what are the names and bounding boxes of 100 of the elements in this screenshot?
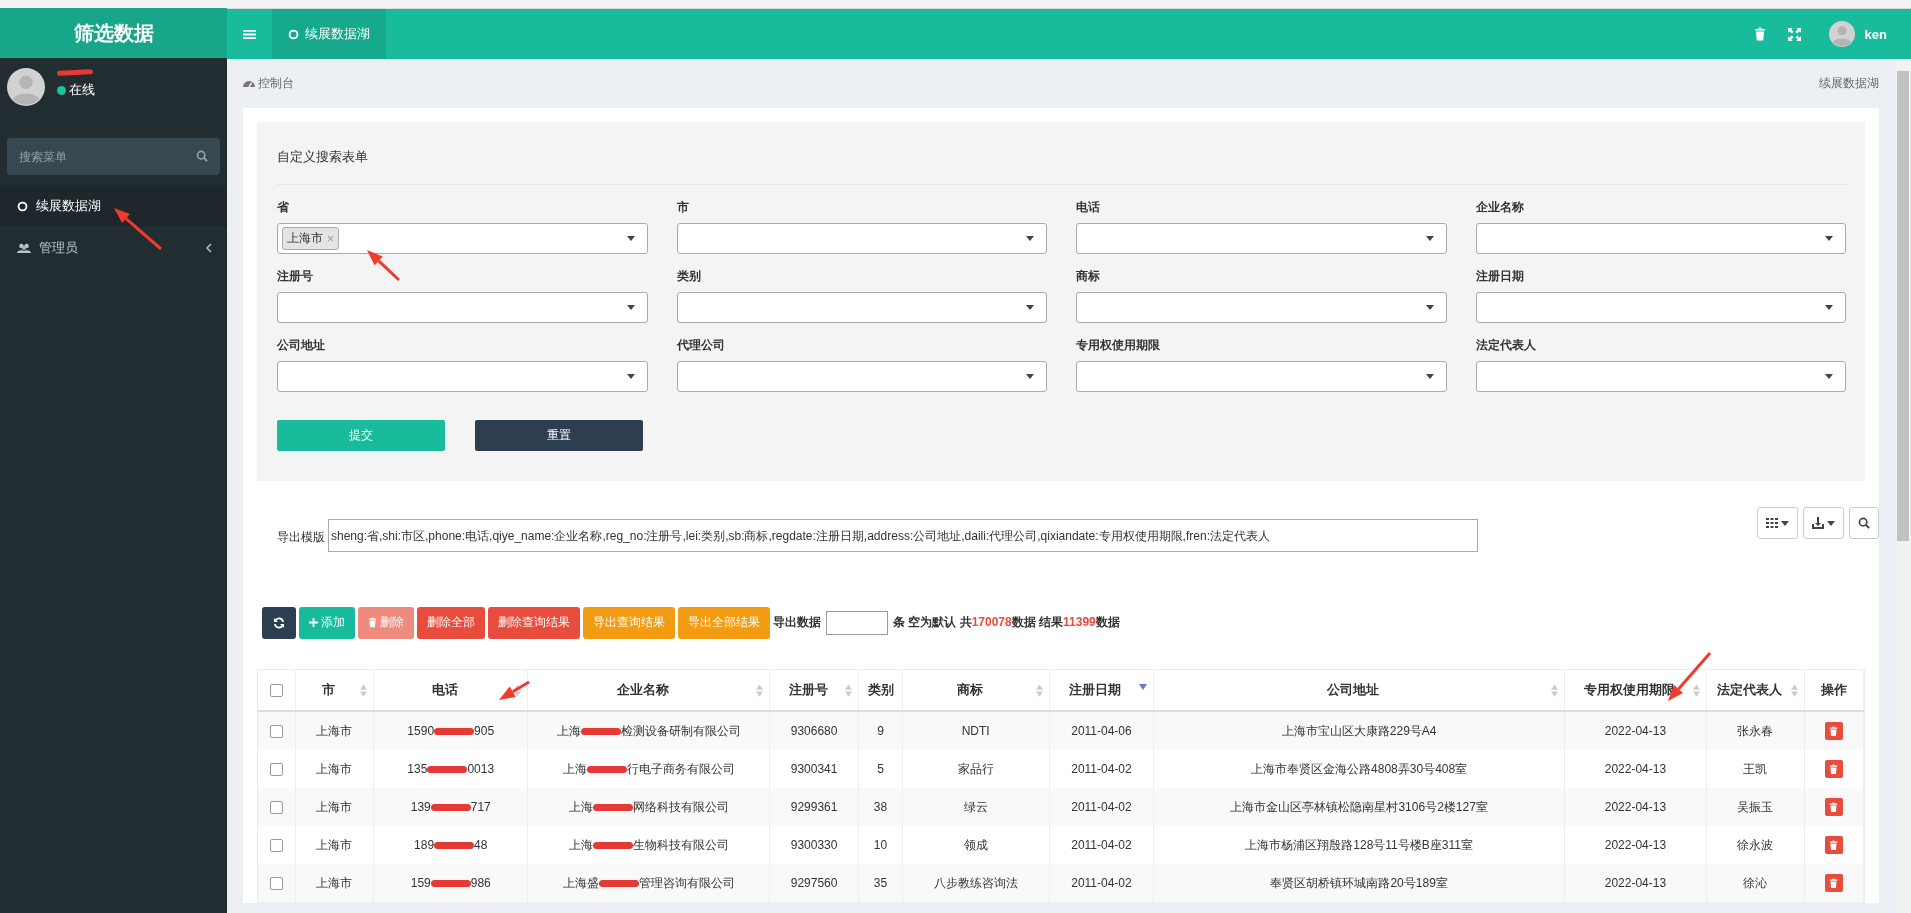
delete-button[interactable] [1824, 722, 1843, 740]
annotation-arrow [114, 208, 162, 251]
select-field[interactable] [1475, 292, 1846, 323]
refresh-icon [273, 616, 285, 629]
table-cell: 10 [873, 838, 888, 852]
table-cell: 上海市 [316, 761, 353, 776]
scrollbar-thumb[interactable] [1897, 71, 1909, 541]
search-field[interactable]: 搜索菜单 [7, 138, 220, 175]
form-button[interactable]: 重置 [475, 420, 643, 451]
search-button[interactable] [1849, 507, 1879, 539]
toolbar-button[interactable]: 删除全部 [417, 606, 485, 639]
field-label: 省 [277, 199, 289, 216]
table-cell: 9297560 [790, 876, 838, 890]
refresh-button[interactable] [262, 606, 296, 639]
app-logo: 筛选数据 [0, 8, 227, 58]
table-cell: 2011-04-02 [1071, 800, 1132, 814]
field-label: 类别 [676, 268, 701, 285]
table-cell: 9300341 [790, 762, 838, 776]
select-field[interactable] [1076, 292, 1447, 323]
table-cell: 9299361 [790, 800, 838, 814]
table-cell: 1590 [407, 724, 435, 738]
delete-button[interactable] [1824, 836, 1843, 854]
checkbox[interactable] [269, 800, 283, 814]
select-field[interactable] [676, 292, 1047, 323]
export-icon [1812, 517, 1824, 529]
checkbox[interactable] [269, 762, 283, 776]
sidebar-item[interactable]: 续展数据湖 [0, 185, 227, 227]
field-label: 导出模版 [277, 529, 325, 546]
table-cell: 2011-04-02 [1071, 838, 1132, 852]
toolbar-button[interactable]: 删除查询结果 [488, 606, 580, 639]
table-cell: 48 [474, 838, 488, 852]
circle-icon [17, 200, 28, 212]
redaction-scribble [586, 765, 627, 773]
select-field[interactable] [1475, 223, 1846, 254]
gauge-icon [243, 79, 255, 88]
table-cell: 9306680 [790, 724, 838, 738]
table-cell: 上海市 [316, 837, 353, 852]
field-label: 法定代表人 [1475, 337, 1536, 354]
table-cell: 检测设备研制有限公司 [620, 723, 741, 738]
table-cell: 2022-04-13 [1604, 762, 1667, 776]
table-cell: 行电子商务有限公司 [626, 761, 735, 776]
menu-icon[interactable] [243, 28, 256, 40]
trash-icon[interactable] [1753, 27, 1766, 41]
table-cell: 上海市金山区亭林镇松隐南星村3106号2楼127室 [1230, 799, 1488, 814]
redaction-scribble [592, 803, 633, 811]
sidebar-item[interactable]: 管理员 [0, 227, 227, 269]
field-label: 市 [676, 199, 689, 216]
table-cell: 905 [474, 724, 495, 738]
table-cell: 2011-04-06 [1071, 724, 1132, 738]
field-label: 代理公司 [676, 337, 725, 354]
plus-icon [309, 618, 318, 627]
field-label: 电话 [1076, 199, 1100, 216]
select-field[interactable] [277, 292, 648, 323]
select-field[interactable] [676, 361, 1047, 392]
delete-button[interactable] [1824, 760, 1843, 778]
columns-button[interactable] [1757, 507, 1798, 539]
table-cell: 9 [877, 724, 884, 738]
result-summary: 条 空为默认 共170078数据 结果11399数据 [893, 614, 1120, 631]
select-field[interactable] [1076, 361, 1447, 392]
select-field[interactable] [676, 223, 1047, 254]
redaction-scribble [434, 728, 475, 736]
template-field[interactable]: sheng:省,shi:市区,phone:电话,qiye_name:企业名称,reg_no:注册号,lei:类别,sb:商标,regdate:注册日期,address:公司地址,daili:代理公司,qixiandate:专用权使用期限,fren:法定代表人 [328, 519, 1478, 552]
table-cell: 上海 [568, 799, 593, 814]
table-cell: 上海市奉贤区金海公路4808弄30号408室 [1251, 761, 1468, 776]
caret-icon [1825, 374, 1833, 379]
table-cell: 上海市 [316, 875, 353, 890]
chevron-icon [206, 243, 212, 253]
table-cell: 2022-04-13 [1604, 876, 1667, 890]
select-field[interactable] [1076, 223, 1447, 254]
field-label: 公司地址 [277, 337, 325, 354]
table-cell: 上海市 [316, 799, 353, 814]
avatar-icon [1828, 21, 1855, 47]
checkbox[interactable] [269, 724, 283, 738]
caret-icon [1425, 305, 1434, 310]
delete-button[interactable] [1824, 798, 1843, 816]
expand-icon[interactable] [1787, 27, 1801, 41]
table-cell: NDTI [961, 724, 990, 738]
count-field[interactable] [826, 610, 888, 635]
table-cell: 2022-04-13 [1604, 724, 1667, 738]
status-label: 在线 [69, 81, 95, 99]
table-cell: 绿云 [963, 799, 988, 814]
selected-tag[interactable]: 上海市 × [282, 227, 339, 250]
caret-icon [626, 374, 635, 379]
select-field[interactable]: 上海市 × [277, 223, 648, 254]
table-cell: 网络科技有限公司 [632, 799, 729, 814]
checkbox[interactable] [269, 876, 283, 890]
export-button[interactable] [1803, 507, 1844, 539]
table-cell: 159 [410, 876, 431, 890]
breadcrumb-link[interactable]: 控制台 [243, 75, 294, 92]
table-cell: 领成 [963, 837, 988, 852]
table-cell: 5 [877, 762, 884, 776]
select-field[interactable] [1475, 361, 1846, 392]
table-cell: 上海 [568, 837, 593, 852]
delete-button[interactable] [1824, 874, 1843, 892]
checkbox[interactable] [269, 683, 283, 697]
table-cell: 38 [873, 800, 888, 814]
checkbox[interactable] [269, 838, 283, 852]
select-field[interactable] [277, 361, 648, 392]
field-label: 企业名称 [1475, 199, 1524, 216]
redaction-scribble [430, 804, 471, 812]
